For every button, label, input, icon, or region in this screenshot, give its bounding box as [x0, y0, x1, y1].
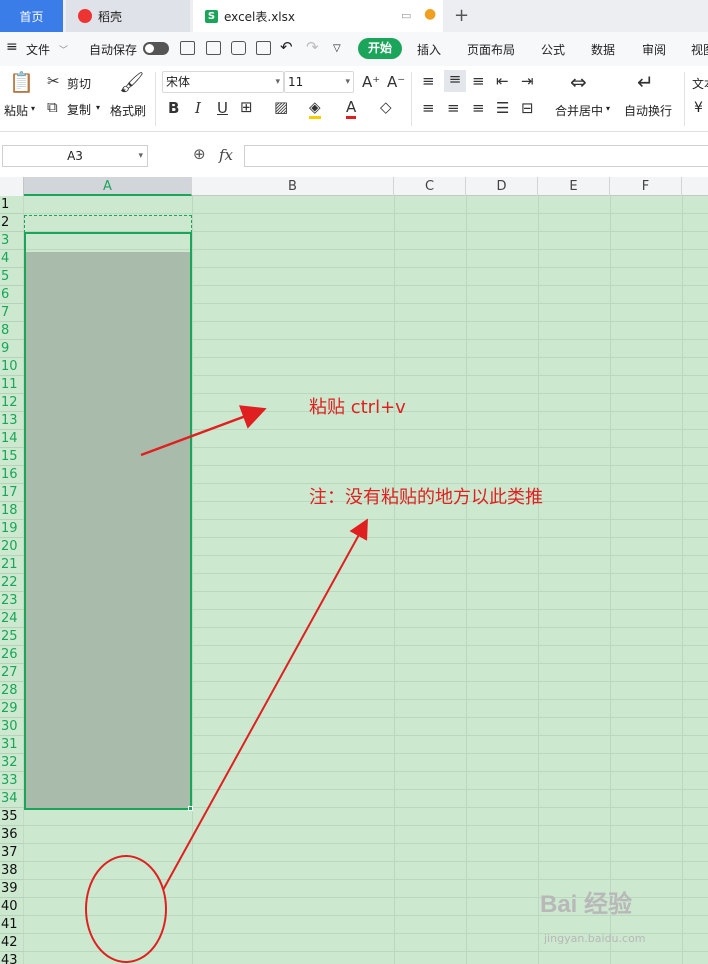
spreadsheet-file-icon: S [205, 9, 218, 23]
copy-button[interactable]: 复制 [67, 101, 91, 118]
tab-file-label: excel表.xlsx [224, 9, 295, 24]
menu-data[interactable]: 数据 [591, 41, 615, 58]
cut-button[interactable]: 剪切 [67, 75, 91, 92]
copy-icon: ⧉ [47, 98, 58, 116]
new-tab-plus-icon[interactable]: + [454, 5, 469, 26]
export-pdf-icon[interactable] [206, 41, 221, 55]
monitor-icon[interactable]: ▭ [401, 9, 411, 22]
text-format-partial[interactable]: 文本 [692, 75, 708, 92]
align-bottom-icon[interactable]: ≡ [472, 72, 485, 90]
underline-icon[interactable]: U [217, 99, 228, 117]
insert-function-icon[interactable]: fx [219, 146, 233, 164]
ribbon-divider [411, 72, 412, 126]
font-size-select[interactable]: 11 ▾ [284, 71, 354, 93]
print-preview-icon[interactable] [256, 41, 271, 55]
paste-button[interactable]: 粘贴 [4, 102, 28, 119]
indent-increase-icon[interactable]: ⇥ [521, 72, 534, 90]
watermark-url: jingyan.baidu.com [544, 932, 646, 945]
autosave-toggle[interactable] [143, 42, 169, 55]
formula-bar: A3 ▾ ⊕ fx [0, 140, 708, 172]
undo-icon[interactable]: ↶ [280, 38, 293, 56]
name-box-value: A3 [67, 149, 83, 163]
menu-bar: ≡ 文件 ﹀ 自动保存 ↶ ↷ ▽ 开始 插入 页面布局 公式 数据 审阅 视图 [0, 32, 708, 66]
unsaved-dot-icon: ● [424, 6, 437, 22]
tab-home-label: 首页 [19, 9, 44, 24]
autosave-label: 自动保存 [89, 43, 138, 57]
align-top-icon[interactable]: ≡ [422, 72, 435, 90]
eraser-icon[interactable]: ◇ [380, 98, 392, 116]
chevron-down-icon[interactable]: ﹀ [59, 43, 68, 56]
font-color-icon[interactable]: A [346, 98, 357, 119]
wrap-text-icon: ↵ [637, 70, 654, 94]
fill-color-icon[interactable]: ◈ [309, 98, 321, 119]
justify-icon[interactable]: ☰ [496, 99, 509, 117]
italic-icon[interactable]: I [195, 99, 201, 117]
currency-icon[interactable]: ¥ [694, 100, 703, 116]
menu-start[interactable]: 开始 [358, 38, 402, 59]
name-box[interactable]: A3 ▾ [2, 145, 148, 167]
menu-formula[interactable]: 公式 [541, 41, 565, 58]
tab-daoke-label: 稻壳 [98, 9, 123, 24]
hamburger-menu-icon[interactable]: ≡ [6, 39, 18, 55]
tab-daoke[interactable]: 稻壳 [66, 0, 190, 32]
quick-access-more-icon[interactable]: ▽ [333, 43, 341, 54]
menu-view[interactable]: 视图 [691, 41, 708, 58]
chevron-down-icon: ▾ [275, 77, 280, 87]
increase-font-icon[interactable]: A⁺ [362, 73, 380, 91]
border-icon[interactable]: ⊞ [240, 98, 253, 116]
paste-icon[interactable]: 📋 [9, 70, 34, 94]
ribbon-divider [155, 72, 156, 126]
remark-note: 注：没有粘贴的地方以此类推 [309, 487, 543, 508]
format-painter-button[interactable]: 格式刷 [110, 102, 146, 119]
indent-decrease-icon[interactable]: ⇤ [496, 72, 509, 90]
paste-dropdown-icon[interactable]: ▾ [31, 104, 35, 113]
tab-home[interactable]: 首页 [0, 0, 63, 32]
scissors-icon: ✂ [47, 72, 60, 90]
format-painter-icon: 🖌 [119, 70, 145, 94]
align-center-icon[interactable]: ≡ [447, 99, 460, 117]
copy-dropdown-icon[interactable]: ▾ [96, 103, 100, 112]
tab-file[interactable]: S excel表.xlsx ▭ ● [193, 0, 443, 32]
paste-note: 粘贴 ctrl+v [309, 397, 406, 418]
remark-arrow [162, 518, 368, 891]
menu-file[interactable]: 文件 [26, 41, 50, 58]
merge-dropdown-icon[interactable]: ▾ [606, 104, 610, 113]
merge-cells-icon: ⇔ [570, 70, 587, 94]
bold-icon[interactable]: B [168, 99, 179, 117]
highlight-circle [85, 855, 167, 963]
daoke-logo-icon [78, 9, 92, 23]
save-icon[interactable] [180, 41, 195, 55]
formula-input[interactable] [244, 145, 708, 167]
align-right-icon[interactable]: ≡ [472, 99, 485, 117]
distributed-icon[interactable]: ⊟ [521, 99, 534, 117]
merge-center-button[interactable]: 合并居中 [555, 102, 603, 119]
chevron-down-icon: ▾ [345, 77, 350, 87]
menu-insert[interactable]: 插入 [417, 41, 441, 58]
spreadsheet-grid[interactable]: ABCDEF 1 2 3 4 5 6 7 8 9 10 11 12 13 14 15 16 17 18 19 20 21… [0, 177, 708, 964]
paste-arrow [140, 405, 267, 457]
title-tab-bar: 首页 稻壳 S excel表.xlsx ▭ ● + [0, 0, 708, 32]
ribbon-divider [684, 72, 685, 126]
annotation-overlay [85, 405, 368, 963]
align-left-icon[interactable]: ≡ [422, 99, 435, 117]
cell-style-icon[interactable]: ▨ [274, 98, 288, 116]
print-icon[interactable] [231, 41, 246, 55]
font-name-value: 宋体 [166, 75, 191, 89]
menu-page-layout[interactable]: 页面布局 [467, 41, 515, 58]
wrap-text-button[interactable]: 自动换行 [624, 102, 672, 119]
align-middle-icon[interactable]: ≡ [444, 70, 466, 92]
ribbon-toolbar: 📋 粘贴 ▾ ✂ 剪切 ⧉ 复制 ▾ 🖌 格式刷 宋体 ▾ 11 ▾ A⁺ A⁻… [0, 66, 708, 132]
chevron-down-icon: ▾ [138, 151, 143, 161]
menu-review[interactable]: 审阅 [642, 41, 666, 58]
decrease-font-icon[interactable]: A⁻ [387, 73, 405, 91]
baidu-jingyan-watermark: Bai 经验 [540, 891, 633, 918]
redo-icon[interactable]: ↷ [306, 38, 319, 56]
font-size-value: 11 [288, 75, 304, 89]
font-name-select[interactable]: 宋体 ▾ [162, 71, 284, 93]
zoom-search-icon[interactable]: ⊕ [193, 145, 206, 163]
